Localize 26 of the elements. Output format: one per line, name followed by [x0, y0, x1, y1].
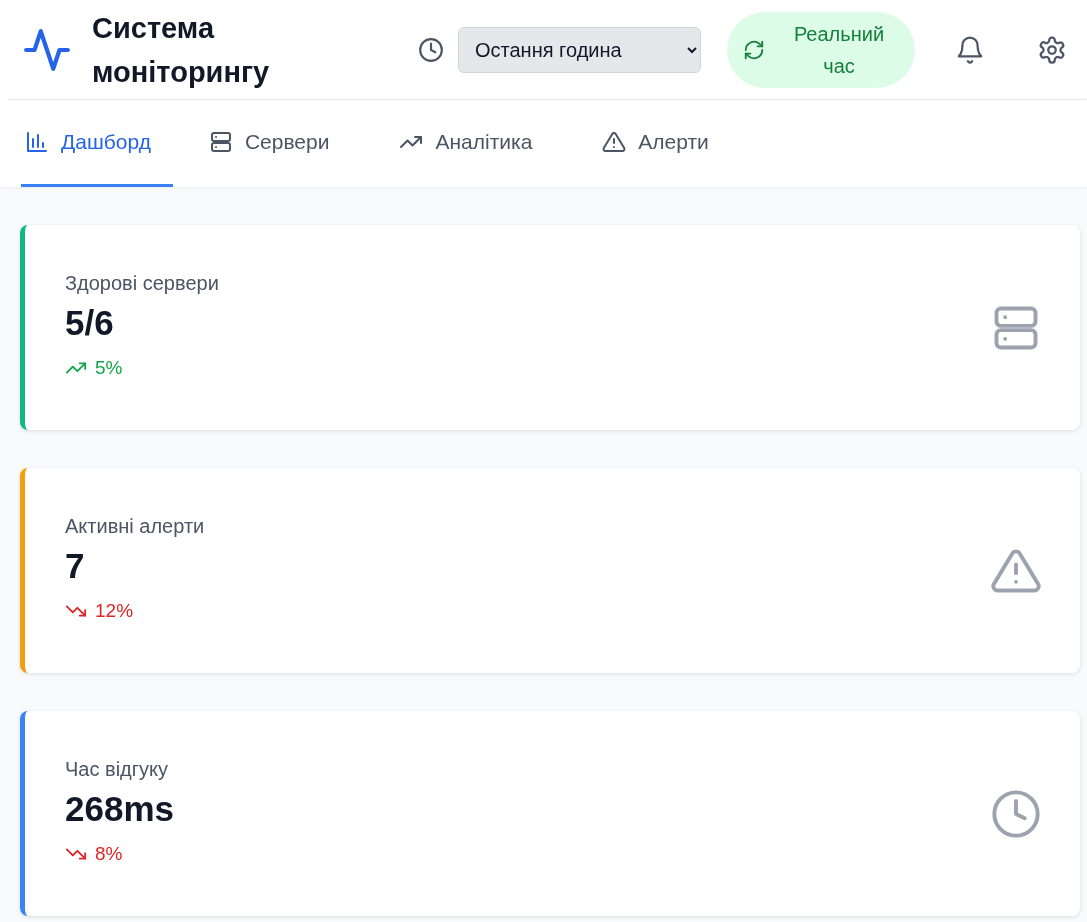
bar-chart-icon	[25, 130, 49, 154]
stat-value: 5/6	[65, 303, 115, 343]
stat-label: Активні алерти	[65, 515, 206, 538]
settings-button[interactable]	[1037, 34, 1067, 65]
clock-icon	[990, 787, 1042, 840]
nav-tab[interactable]: Дашборд	[21, 100, 173, 187]
stat-label: Час відгуку	[65, 758, 170, 781]
warning-icon	[602, 130, 627, 154]
realtime-toggle[interactable]: Реальний час	[727, 11, 915, 88]
stat-value: 7	[65, 546, 86, 586]
nav-tab[interactable]: Сервери	[204, 100, 352, 187]
stat-change: 12%	[95, 600, 134, 622]
server-icon	[208, 130, 233, 154]
nav-tab[interactable]: Алерти	[598, 100, 731, 187]
refresh-icon	[743, 38, 765, 61]
stat-label: Здорові сервери	[65, 272, 220, 295]
bell-icon	[955, 34, 985, 65]
time-range-select[interactable]: Остання година	[458, 26, 701, 73]
nav-tab[interactable]: Аналітика	[395, 100, 555, 187]
notifications-button[interactable]	[955, 34, 985, 65]
stat-change: 8%	[95, 843, 123, 865]
settings-icon	[1037, 34, 1067, 65]
app-title: Система моніторингу	[92, 10, 271, 90]
stat-change: 5%	[95, 357, 123, 379]
clock-icon	[418, 36, 444, 63]
stat-value: 268ms	[65, 789, 175, 829]
